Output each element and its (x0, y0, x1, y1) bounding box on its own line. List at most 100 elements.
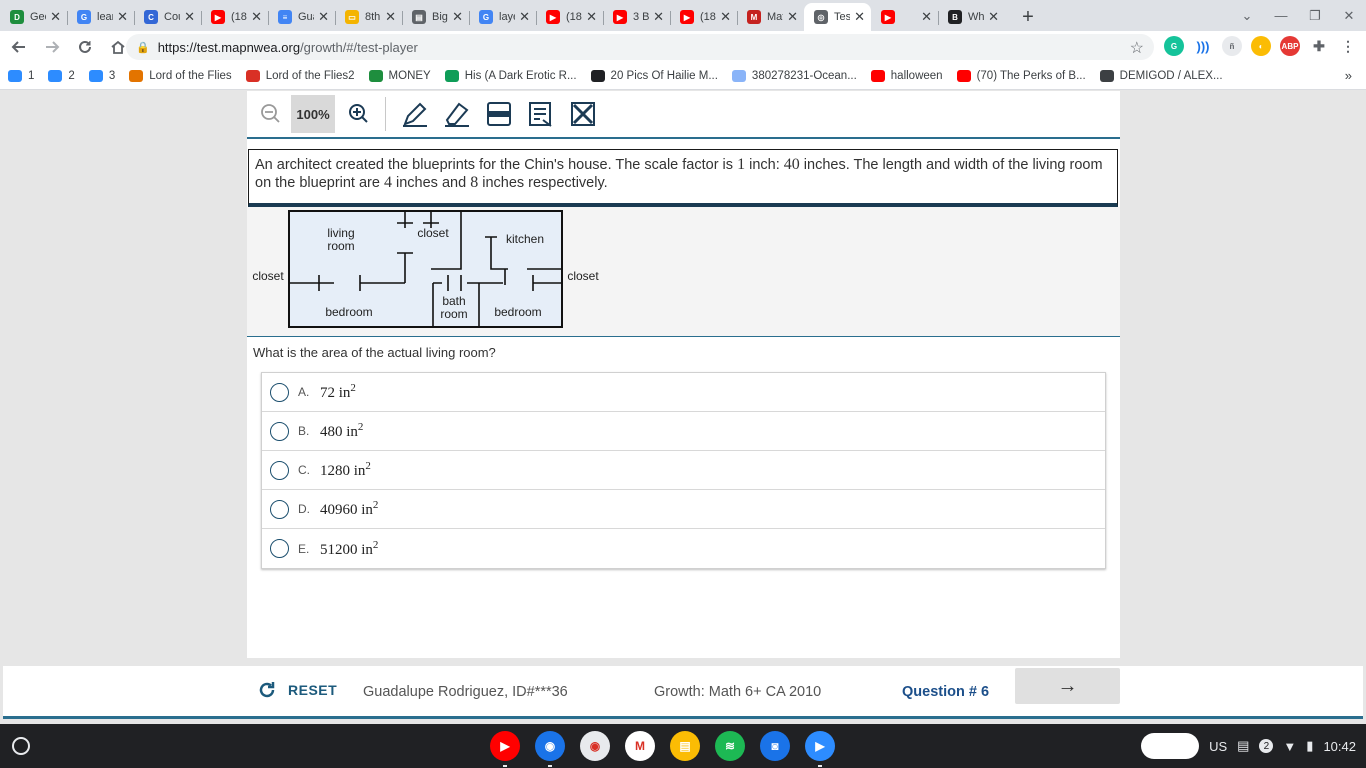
choice-exponent: 2 (372, 538, 379, 551)
bookmark-item[interactable]: 1 (8, 69, 34, 82)
browser-tab[interactable]: ▶ (18 ✕ (201, 4, 268, 31)
keep-app-icon[interactable]: ▤ (670, 731, 700, 761)
keyboard-locale[interactable]: US (1209, 739, 1227, 754)
new-tab-button[interactable]: + (1013, 3, 1043, 31)
reset-button[interactable]: RESET (257, 680, 337, 700)
answer-eliminator-button[interactable] (564, 95, 602, 133)
tab-close-icon[interactable]: ✕ (988, 9, 999, 25)
tab-close-icon[interactable]: ✕ (452, 9, 463, 25)
radio-button[interactable] (270, 421, 289, 441)
extensions-puzzle-icon[interactable]: ✚ (1309, 36, 1329, 56)
browser-tab[interactable]: Glaye ✕ (469, 4, 536, 31)
line-reader-button[interactable] (480, 95, 518, 133)
eraser-tool-button[interactable] (438, 95, 476, 133)
tab-close-icon[interactable]: ✕ (385, 9, 396, 25)
tab-close-icon[interactable]: ✕ (854, 9, 865, 25)
toolbar-divider (385, 97, 386, 131)
bookmark-star-icon[interactable]: ☆ (1130, 38, 1144, 58)
tab-close-icon[interactable]: ✕ (184, 9, 195, 25)
adblock-icon[interactable]: ABP (1280, 36, 1300, 56)
extension-icon[interactable]: ñ (1222, 36, 1242, 56)
reload-button[interactable] (70, 32, 99, 61)
browser-tab[interactable]: ▭ 8th ✕ (335, 4, 402, 31)
tab-close-icon[interactable]: ✕ (318, 9, 329, 25)
bookmarks-more-button[interactable]: » (1345, 68, 1352, 83)
browser-tab[interactable]: ≡ Gua ✕ (268, 4, 335, 31)
radio-button[interactable] (270, 382, 289, 402)
app-glyph: ◉ (544, 739, 556, 753)
browser-toolbar: 🔒 https://test.mapnwea.org/growth/#/test… (0, 31, 1366, 62)
tab-search-icon[interactable]: ⌄ (1230, 8, 1264, 24)
tab-close-icon[interactable]: ✕ (787, 9, 798, 25)
browser-tab[interactable]: D Geo ✕ (0, 4, 67, 31)
zoom-in-button[interactable] (339, 95, 377, 133)
radio-button[interactable] (270, 460, 289, 480)
launcher-button[interactable] (12, 737, 30, 755)
chrome-app-icon[interactable]: ◉ (535, 731, 565, 767)
answer-choice[interactable]: B. 480 in2 (262, 412, 1105, 451)
browser-tab[interactable]: C Cou ✕ (134, 4, 201, 31)
browser-tab[interactable]: ◎ Test✕ (804, 3, 871, 31)
notification-count[interactable]: 2 (1259, 739, 1274, 753)
clock[interactable]: 10:42 (1323, 739, 1356, 754)
back-button[interactable] (4, 32, 33, 61)
youtube-app-icon[interactable]: ▶ (490, 731, 520, 767)
address-bar[interactable]: 🔒 https://test.mapnwea.org/growth/#/test… (126, 34, 1154, 60)
browser-tab[interactable]: ▶ (18 ✕ (536, 4, 603, 31)
bookmark-item[interactable]: Lord of the Flies2 (245, 69, 355, 82)
zoom-out-button[interactable] (251, 95, 289, 133)
browser-tab[interactable]: M Mat ✕ (737, 4, 804, 31)
tab-close-icon[interactable]: ✕ (653, 9, 664, 25)
next-question-button[interactable]: → (1015, 668, 1120, 704)
forward-button[interactable] (37, 32, 66, 61)
bookmark-item[interactable]: 2 (48, 69, 75, 82)
browser-tab[interactable]: ▤ Big ✕ (402, 4, 469, 31)
browser-tab[interactable]: Glean ✕ (67, 4, 134, 31)
gmail-app-icon[interactable]: M (625, 731, 655, 761)
browser-tab[interactable]: B Wh ✕ (938, 4, 1005, 31)
tab-title: (18 (566, 11, 582, 23)
bookmark-item[interactable]: (70) The Perks of B... (956, 69, 1086, 82)
tab-close-icon[interactable]: ✕ (519, 9, 530, 25)
zoom-app-icon[interactable]: ▶ (805, 731, 835, 767)
browser-tab[interactable]: ▶ (18 ✕ (670, 4, 737, 31)
browser-tab[interactable]: ▶ ✕ (871, 4, 938, 31)
restore-button[interactable]: ❐ (1298, 8, 1332, 24)
app-glyph: ◉ (589, 739, 601, 753)
spotify-app-icon[interactable]: ≋ (715, 731, 745, 761)
tote-pill[interactable] (1141, 733, 1200, 759)
grammarly-icon[interactable]: G (1164, 36, 1184, 56)
tab-close-icon[interactable]: ✕ (921, 9, 932, 25)
bookmark-item[interactable]: halloween (870, 69, 943, 82)
tab-close-icon[interactable]: ✕ (720, 9, 731, 25)
bookmark-item[interactable]: MONEY (368, 69, 431, 82)
pencil-tool-button[interactable] (396, 95, 434, 133)
tab-close-icon[interactable]: ✕ (586, 9, 597, 25)
status-tray[interactable]: US ▤ 2 ▼ ▮ 10:42 (1141, 733, 1356, 759)
camera-app-icon[interactable]: ◙ (760, 731, 790, 761)
answer-choice[interactable]: D. 40960 in2 (262, 490, 1105, 529)
tab-close-icon[interactable]: ✕ (117, 9, 128, 25)
answer-choice[interactable]: A. 72 in2 (262, 373, 1105, 412)
bookmark-item[interactable]: His (A Dark Erotic R... (444, 69, 577, 82)
bookmark-item[interactable]: Lord of the Flies (129, 69, 232, 82)
browser-tab[interactable]: ▶ 3 Bl✕ (603, 4, 670, 31)
radio-button[interactable] (270, 539, 289, 558)
answer-masking-button[interactable] (522, 95, 560, 133)
answer-choice[interactable]: C. 1280 in2 (262, 451, 1105, 490)
bookmark-item[interactable]: 380278231-Ocean... (731, 69, 857, 82)
tab-close-icon[interactable]: ✕ (50, 9, 61, 25)
extension-icon-2[interactable]: ◐ (1251, 36, 1271, 56)
minimize-button[interactable]: — (1264, 8, 1298, 23)
close-window-button[interactable]: ✕ (1332, 8, 1366, 24)
clipboard-icon[interactable]: ▤ (1237, 738, 1249, 754)
bookmark-item[interactable]: DEMIGOD / ALEX... (1099, 69, 1223, 82)
chrome-2-app-icon[interactable]: ◉ (580, 731, 610, 761)
menu-kebab-icon[interactable]: ⋮ (1338, 36, 1358, 56)
tab-close-icon[interactable]: ✕ (251, 9, 262, 25)
read-aloud-icon[interactable]: ))) (1193, 36, 1213, 56)
bookmark-item[interactable]: 20 Pics Of Hailie M... (590, 69, 718, 82)
bookmark-item[interactable]: 3 (88, 69, 115, 82)
answer-choice[interactable]: E. 51200 in2 (262, 529, 1105, 568)
radio-button[interactable] (270, 499, 289, 519)
